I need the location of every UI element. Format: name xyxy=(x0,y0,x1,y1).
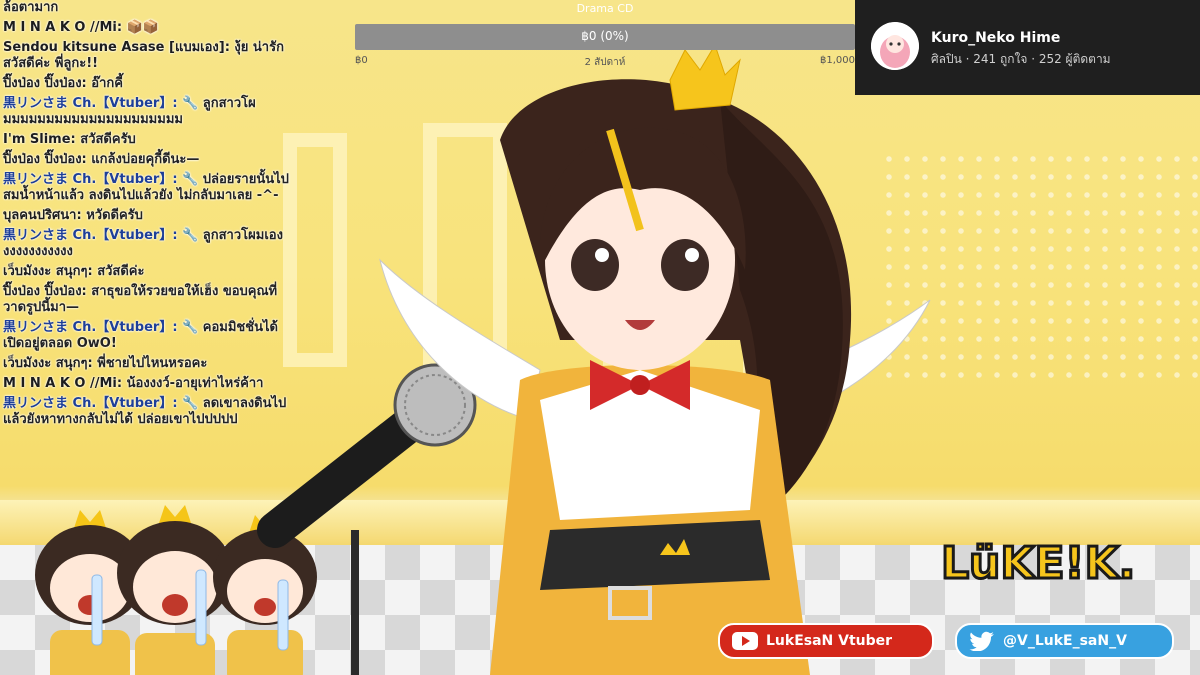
chat-text: อ๊ากคี้ xyxy=(91,76,123,91)
chat-author: 黒リンさま Ch.【Vtuber】: xyxy=(3,172,178,187)
chat-author: ปิ๊งป่อง ปิ๊งป่อง: xyxy=(3,76,87,91)
chat-author: I'm Slime: xyxy=(3,132,76,147)
chat-author: ปิ๊งป่อง ปิ๊งป่อง: xyxy=(3,284,87,299)
chat-message: เว็บมังงะ สนุกๆ: พี่ชายไปไหนหรอคะ xyxy=(3,356,300,372)
chat-message: 黒リンさま Ch.【Vtuber】: 🔧 ลูกสาวโผ มมมมมมมมมม… xyxy=(3,96,300,128)
chat-message: M I N A K O //Mi: 📦📦 xyxy=(3,20,300,36)
facebook-page-card[interactable]: Kuro_Neko Hime ศิลปิน · 241 ถูกใจ · 252 … xyxy=(855,0,1200,95)
twitter-icon xyxy=(969,631,994,651)
goal-max: ฿1,000 xyxy=(820,55,855,66)
chat-message: ปิ๊งป่อง ปิ๊งป่อง: แกล้งบ่อยคุกี้ดีนะ— xyxy=(3,152,300,168)
chat-author: 黒リンさま Ch.【Vtuber】: xyxy=(3,396,178,411)
chat-author: M I N A K O //Mi: xyxy=(3,20,123,35)
chat-message: I'm Slime: สวัสดีครับ xyxy=(3,132,300,148)
chat-text: แกล้งบ่อยคุกี้ดีนะ— xyxy=(91,152,200,167)
chat-text: สวัสดีครับ xyxy=(80,132,136,147)
live-chat: ล้อตามาก M I N A K O //Mi: 📦📦 Sendou kitsu… xyxy=(0,0,300,500)
chat-message: ล้อตามาก xyxy=(3,0,300,16)
goal-title: Drama CD xyxy=(576,2,634,15)
youtube-channel-link[interactable]: LukEsaN Vtuber xyxy=(718,623,934,659)
chat-author: Sendou kitsune Asase [แบมเอง]: xyxy=(3,40,230,55)
chat-text: น้องงงว์-อายุเท่าไหร่ค้าา xyxy=(126,376,264,391)
chat-author: M I N A K O //Mi: xyxy=(3,376,123,391)
chat-message: เว็บมังงะ สนุกๆ: สวัสดีค่ะ xyxy=(3,264,300,280)
chat-author: เว็บมังงะ สนุกๆ: xyxy=(3,356,93,371)
chat-text: หวัดดีครับ xyxy=(86,208,143,223)
chat-author: 黒リンさま Ch.【Vtuber】: xyxy=(3,96,178,111)
chat-text: 📦📦 xyxy=(126,20,159,35)
goal-duration: 2 สัปดาห์ xyxy=(584,57,626,68)
facebook-page-stats: ศิลปิน · 241 ถูกใจ · 252 ผู้ติดตาม xyxy=(931,52,1111,66)
facebook-page-name[interactable]: Kuro_Neko Hime xyxy=(931,30,1060,46)
chat-text: พี่ชายไปไหนหรอคะ xyxy=(97,356,208,371)
artist-avatar-icon xyxy=(871,22,919,70)
youtube-channel-name: LukEsaN Vtuber xyxy=(766,633,893,649)
stream-scene: ล้อตามาก M I N A K O //Mi: 📦📦 Sendou kitsu… xyxy=(0,0,1200,675)
chat-message: 黒リンさま Ch.【Vtuber】: 🔧 คอมมิชชั่นได้ เปิดอ… xyxy=(3,320,300,352)
chat-text: สวัสดีค่ะ xyxy=(97,264,145,279)
twitter-handle: @V_LukE_saN_V xyxy=(1003,633,1127,649)
chat-author: 黒リンさま Ch.【Vtuber】: xyxy=(3,320,178,335)
vtuber-avatar xyxy=(379,43,931,675)
chat-message: 黒リンさま Ch.【Vtuber】: 🔧 ลดเขาลงดินไป แล้วยั… xyxy=(3,396,300,428)
chat-message: M I N A K O //Mi: น้องงงว์-อายุเท่าไหร่ค… xyxy=(3,376,300,392)
chat-message: ปิ๊งป่อง ปิ๊งป่อง: อ๊ากคี้ xyxy=(3,76,300,92)
chat-text: ล้อตามาก xyxy=(3,0,59,15)
chat-message: 黒リンさま Ch.【Vtuber】: 🔧 ลูกสาวโผมเอง งงงงงง… xyxy=(3,228,300,260)
chat-message: บุลคนปริศนา: หวัดดีครับ xyxy=(3,208,300,224)
chat-author: บุลคนปริศนา: xyxy=(3,208,82,223)
channel-logo: LüKE!K. xyxy=(940,537,1136,591)
chat-author: 黒リンさま Ch.【Vtuber】: xyxy=(3,228,178,243)
youtube-icon xyxy=(732,632,758,650)
logo-text: LüKE!K. xyxy=(941,538,1135,589)
chat-message: 黒リンさま Ch.【Vtuber】: 🔧 ปล่อยรายนั้นไป สมน้… xyxy=(3,172,300,204)
chat-author: เว็บมังงะ สนุกๆ: xyxy=(3,264,93,279)
chat-message: Sendou kitsune Asase [แบมเอง]: งุ้ย น่าร… xyxy=(3,40,300,72)
chat-message: ปิ๊งป่อง ปิ๊งป่อง: สาธุขอให้รวยขอให้เฮ็ง… xyxy=(3,284,300,316)
twitter-account-link[interactable]: @V_LukE_saN_V xyxy=(955,623,1174,659)
donation-goal: Drama CD ฿0 (0%) ฿0 2 สัปดาห์ ฿1,000 xyxy=(355,0,855,70)
chat-author: ปิ๊งป่อง ปิ๊งป่อง: xyxy=(3,152,87,167)
goal-progress-text: ฿0 (0%) xyxy=(581,29,629,43)
goal-progress-bar: ฿0 (0%) xyxy=(355,24,855,50)
avatar[interactable] xyxy=(871,22,919,70)
